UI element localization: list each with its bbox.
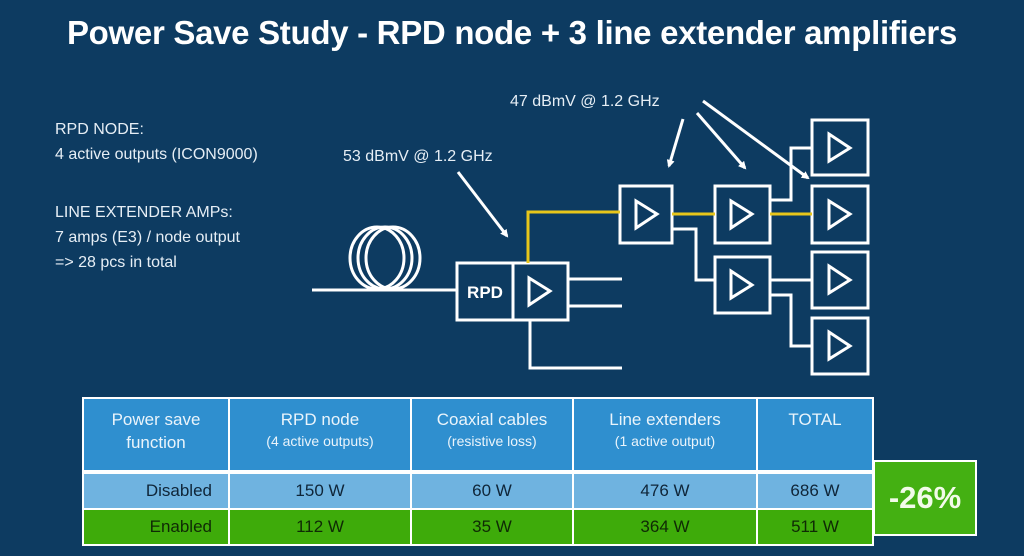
amp-level-arrow-1 — [666, 118, 685, 168]
fiber-coil-icon — [348, 225, 422, 291]
rpd-box-label: RPD — [467, 283, 503, 302]
cell-coaxial: 35 W — [410, 508, 574, 546]
header-power-save: Power save function — [82, 397, 230, 473]
amp-6 — [810, 250, 870, 310]
cell-rpd-node: 112 W — [228, 508, 412, 546]
amp-1 — [618, 184, 674, 245]
rpd-amp-box — [511, 261, 570, 322]
cell-rpd-node: 150 W — [228, 471, 412, 510]
header-line-extenders: Line extenders (1 active output) — [572, 397, 758, 473]
row-label: Disabled — [82, 471, 230, 510]
amp-2 — [713, 184, 772, 245]
node-level-arrow — [456, 171, 509, 238]
power-comparison-table: Power save function RPD node (4 active out… — [82, 397, 874, 546]
amp-4 — [810, 118, 870, 177]
cell-line-extenders: 476 W — [572, 471, 758, 510]
amp-7 — [810, 316, 870, 376]
cell-coaxial: 60 W — [410, 471, 574, 510]
header-coaxial-cables: Coaxial cables (resistive loss) — [410, 397, 574, 473]
saving-badge: -26% — [873, 460, 977, 536]
row-label: Enabled — [82, 508, 230, 546]
amp-level-arrow-2 — [695, 112, 747, 170]
rpd-amp-triangle-icon — [527, 275, 553, 308]
table-row-disabled: Disabled 150 W 60 W 476 W 686 W — [82, 471, 874, 510]
cell-line-extenders: 364 W — [572, 508, 758, 546]
cell-total: 686 W — [756, 471, 874, 510]
cell-total: 511 W — [756, 508, 874, 546]
amp-3 — [713, 255, 772, 315]
table-row-enabled: Enabled 112 W 35 W 364 W 511 W — [82, 508, 874, 546]
header-total: TOTAL — [756, 397, 874, 473]
table-header-row: Power save function RPD node (4 active out… — [82, 397, 874, 473]
amp-5 — [810, 184, 870, 245]
header-rpd-node: RPD node (4 active outputs) — [228, 397, 412, 473]
